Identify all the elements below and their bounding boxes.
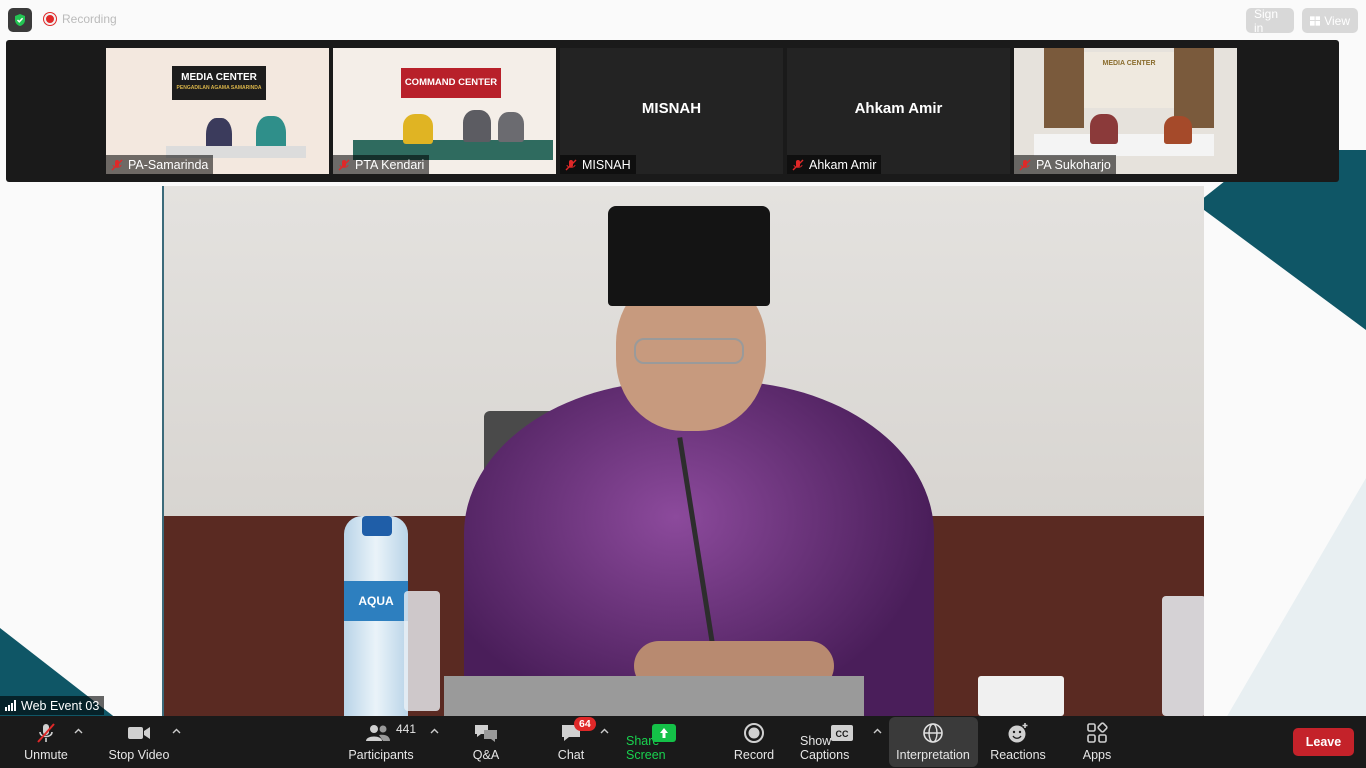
water-bottle-cap bbox=[362, 516, 392, 536]
participant-name-tag: PTA Kendari bbox=[333, 155, 430, 174]
captions-options-chevron-icon[interactable] bbox=[872, 726, 882, 736]
banner-subtitle: PENGADILAN AGAMA SAMARINDA bbox=[176, 85, 262, 91]
chat-options-chevron-icon[interactable] bbox=[599, 726, 609, 736]
muted-mic-icon bbox=[565, 159, 577, 170]
muted-mic-icon bbox=[111, 159, 123, 170]
participant-name-tag: PA Sukoharjo bbox=[1014, 155, 1116, 174]
closed-captions-icon: CC bbox=[829, 722, 855, 744]
speaker-glasses bbox=[634, 338, 744, 364]
muted-mic-icon bbox=[792, 159, 804, 170]
participant-figure bbox=[463, 110, 491, 142]
muted-microphone-icon bbox=[33, 722, 59, 744]
tile-wall bbox=[1044, 48, 1084, 128]
meeting-toolbar: Unmute Stop Video 441 Participants Q&A 6… bbox=[0, 716, 1366, 768]
reactions-button[interactable]: Reactions bbox=[990, 716, 1046, 768]
participant-display-name: MISNAH bbox=[641, 100, 702, 117]
tile-banner: MEDIA CENTER bbox=[1084, 52, 1174, 108]
participants-count: 441 bbox=[396, 722, 417, 736]
recording-indicator: Recording bbox=[44, 12, 117, 26]
muted-mic-icon bbox=[1019, 159, 1031, 170]
tile-banner: COMMAND CENTER bbox=[401, 68, 501, 98]
desk-device bbox=[978, 676, 1064, 716]
video-options-chevron-icon[interactable] bbox=[171, 726, 181, 736]
desk-console bbox=[444, 676, 864, 716]
stop-video-label: Stop Video bbox=[108, 748, 170, 762]
participant-name: PA-Samarinda bbox=[128, 157, 209, 172]
unmute-button[interactable]: Unmute bbox=[18, 716, 74, 768]
record-label: Record bbox=[733, 748, 775, 762]
participant-figure bbox=[1090, 114, 1118, 144]
view-label: View bbox=[1324, 13, 1350, 28]
speaker-name-tag: Web Event 03 bbox=[0, 696, 105, 715]
audio-options-chevron-icon[interactable] bbox=[73, 726, 83, 736]
participant-figure bbox=[498, 112, 524, 142]
interpretation-label: Interpretation bbox=[896, 748, 970, 762]
active-speaker-video[interactable]: AQUA bbox=[162, 186, 1204, 716]
participant-tile[interactable]: COMMAND CENTER PTA Kendari bbox=[333, 48, 556, 174]
chat-label: Chat bbox=[557, 748, 585, 762]
svg-text:CC: CC bbox=[836, 729, 849, 739]
bottle-label: AQUA bbox=[344, 581, 408, 621]
smiley-reaction-icon bbox=[1005, 722, 1031, 744]
qa-button[interactable]: Q&A bbox=[466, 716, 506, 768]
participant-name: PTA Kendari bbox=[355, 157, 425, 172]
participant-name-tag: MISNAH bbox=[560, 155, 636, 174]
recording-label: Recording bbox=[62, 12, 117, 26]
muted-mic-icon bbox=[338, 159, 350, 170]
banner-title: COMMAND CENTER bbox=[404, 77, 498, 88]
interpretation-button[interactable]: Interpretation bbox=[893, 716, 973, 768]
record-dot-icon bbox=[44, 13, 56, 25]
participant-figure bbox=[1164, 116, 1192, 144]
globe-icon bbox=[920, 722, 946, 744]
speaker-cap bbox=[608, 206, 770, 306]
apps-icon bbox=[1084, 722, 1110, 744]
participant-name: MISNAH bbox=[582, 157, 631, 172]
sign-in-button[interactable]: Sign in bbox=[1246, 7, 1294, 35]
stop-video-button[interactable]: Stop Video bbox=[104, 716, 174, 768]
participant-tile[interactable]: MISNAH MISNAH bbox=[560, 48, 783, 174]
participant-name: Ahkam Amir bbox=[809, 157, 877, 172]
chat-unread-badge: 64 bbox=[574, 717, 596, 731]
banner-title: MEDIA CENTER bbox=[1102, 60, 1156, 67]
apps-label: Apps bbox=[1082, 748, 1112, 762]
participant-tile[interactable]: MEDIA CENTER PA Sukoharjo bbox=[1014, 48, 1237, 174]
chat-button[interactable]: 64 Chat bbox=[552, 716, 596, 768]
tile-banner: MEDIA CENTER PENGADILAN AGAMA SAMARINDA bbox=[172, 66, 266, 100]
participant-tile[interactable]: Ahkam Amir Ahkam Amir bbox=[787, 48, 1010, 174]
participants-options-chevron-icon[interactable] bbox=[429, 726, 439, 736]
signal-strength-icon bbox=[5, 700, 16, 711]
participant-name-tag: PA-Samarinda bbox=[106, 155, 214, 174]
drinking-glass bbox=[1162, 596, 1204, 716]
participant-gallery: MEDIA CENTER PENGADILAN AGAMA SAMARINDA … bbox=[6, 40, 1339, 182]
qa-bubbles-icon bbox=[473, 722, 499, 744]
participant-display-name: Ahkam Amir bbox=[854, 100, 943, 117]
banner-title: MEDIA CENTER bbox=[181, 72, 257, 83]
participant-figure bbox=[403, 114, 433, 144]
record-icon bbox=[741, 722, 767, 744]
share-screen-button[interactable]: Share Screen bbox=[626, 716, 702, 768]
apps-button[interactable]: Apps bbox=[1080, 716, 1114, 768]
leave-button[interactable]: Leave bbox=[1293, 728, 1354, 756]
participant-name: PA Sukoharjo bbox=[1036, 157, 1111, 172]
video-camera-icon bbox=[126, 722, 152, 744]
share-screen-icon bbox=[651, 722, 677, 744]
record-button[interactable]: Record bbox=[732, 716, 776, 768]
grid-view-icon bbox=[1310, 15, 1321, 26]
speaker-name: Web Event 03 bbox=[21, 698, 100, 713]
participant-name-tag: Ahkam Amir bbox=[787, 155, 882, 174]
participant-tile[interactable]: MEDIA CENTER PENGADILAN AGAMA SAMARINDA … bbox=[106, 48, 329, 174]
security-shield-icon[interactable] bbox=[8, 8, 32, 32]
show-captions-button[interactable]: CC Show Captions bbox=[800, 716, 884, 768]
participants-label: Participants bbox=[348, 748, 414, 762]
unmute-label: Unmute bbox=[24, 748, 68, 762]
qa-label: Q&A bbox=[472, 748, 500, 762]
top-bar: Recording Sign in View bbox=[0, 0, 1366, 40]
participants-icon bbox=[365, 722, 391, 744]
view-button[interactable]: View bbox=[1302, 8, 1358, 33]
participants-button[interactable]: 441 Participants bbox=[348, 716, 417, 768]
reactions-label: Reactions bbox=[990, 748, 1046, 762]
drinking-glass bbox=[404, 591, 440, 711]
